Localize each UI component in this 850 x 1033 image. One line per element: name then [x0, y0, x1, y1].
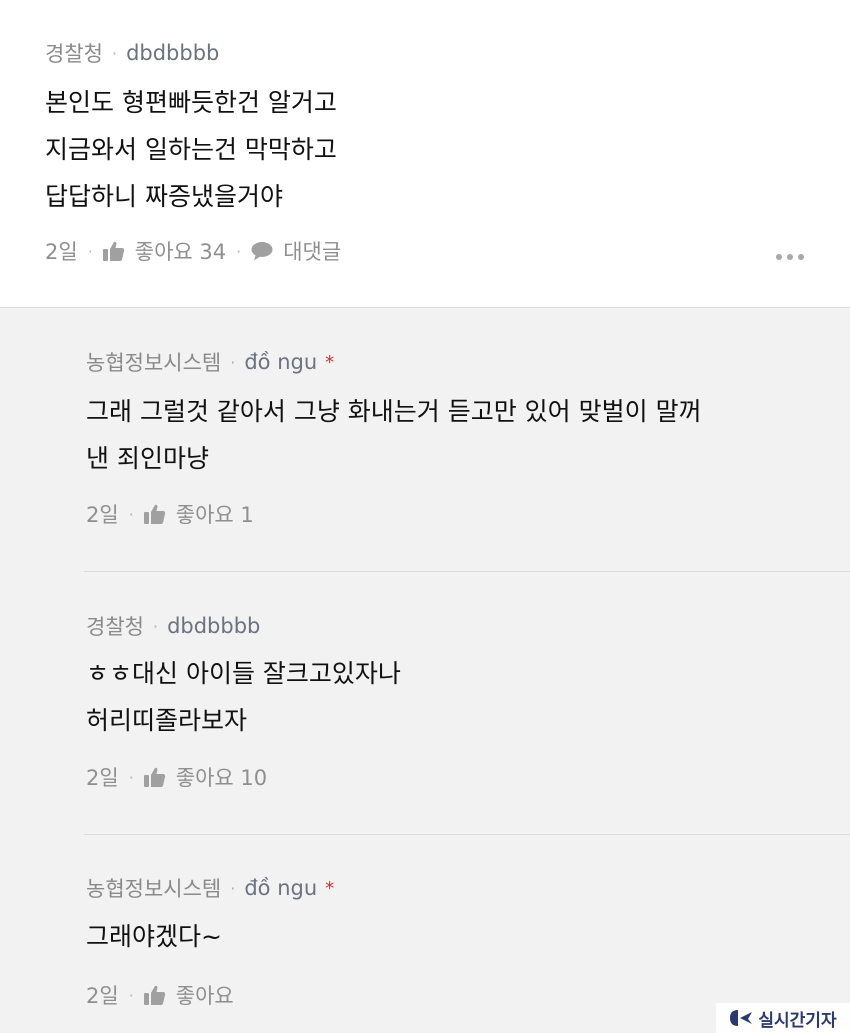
reply-body: ㅎㅎ대신 아이들 잘크고있자나 허리띠졸라보자 [86, 650, 401, 744]
meta-separator: · [128, 767, 134, 787]
author-nickname[interactable]: đồ ngu [244, 876, 317, 900]
meta-separator: · [236, 241, 242, 261]
watermark-text: 실시간기자 [758, 1010, 837, 1031]
reply-body: 그래야겠다~ [86, 913, 222, 960]
reply-author: 경찰청 · dbdbbbb [86, 611, 260, 641]
more-dots-icon[interactable] [776, 254, 804, 260]
reply-author: 농협정보시스템 · đồ ngu * [86, 347, 334, 377]
comment-actions: 2일 · 좋아요 34 · 대댓글 [45, 236, 341, 266]
author-company: 농협정보시스템 [86, 351, 222, 375]
thumbs-up-icon[interactable] [143, 504, 166, 524]
meta-separator: · [230, 352, 236, 372]
author-nickname[interactable]: dbdbbbb [126, 41, 219, 65]
reply-line: 그래야겠다~ [86, 922, 222, 951]
meta-separator: · [111, 43, 118, 63]
author-company: 경찰청 [86, 615, 144, 639]
comment-time: 2일 [45, 240, 78, 264]
meta-separator: · [152, 616, 159, 636]
meta-separator: · [87, 241, 93, 261]
reply-actions: 2일 · 좋아요 1 [86, 499, 254, 529]
like-button[interactable]: 좋아요 1 [176, 499, 254, 529]
comment-author: 경찰청 · dbdbbbb [45, 38, 219, 68]
reply-button[interactable]: 대댓글 [251, 236, 341, 266]
speech-bubble-icon [251, 241, 273, 261]
author-nickname[interactable]: đồ ngu [244, 350, 317, 374]
reply-line: ㅎㅎ대신 아이들 잘크고있자나 [86, 659, 401, 688]
reply-body: 그래 그럴것 같아서 그냥 화내는거 듣고만 있어 맞벌이 말꺼 낸 죄인마냥 [86, 388, 702, 482]
author-company: 경찰청 [45, 42, 103, 66]
author-star: * [325, 877, 335, 899]
comment-line: 지금와서 일하는건 막막하고 [45, 135, 337, 164]
comment-card: 경찰청 · dbdbbbb 본인도 형편빠듯한건 알거고 지금와서 일하는건 막… [0, 0, 850, 308]
reply-actions: 2일 · 좋아요 [86, 980, 234, 1010]
thumbs-up-icon[interactable] [143, 767, 166, 787]
comment-line: 답답하니 짜증냈을거야 [45, 182, 283, 211]
watermark: 실시간기자 [716, 1003, 850, 1033]
reply-divider [84, 571, 850, 572]
meta-separator: · [128, 504, 134, 524]
author-star: * [325, 351, 335, 373]
like-button[interactable]: 좋아요 [176, 980, 234, 1010]
meta-separator: · [230, 878, 236, 898]
meta-separator: · [128, 985, 134, 1005]
reply-line: 낸 죄인마냥 [86, 444, 209, 473]
comment-body: 본인도 형편빠듯한건 알거고 지금와서 일하는건 막막하고 답답하니 짜증냈을거… [45, 79, 337, 220]
comment-line: 본인도 형편빠듯한건 알거고 [45, 88, 337, 117]
watermark-logo-icon [730, 1010, 753, 1026]
reply-label: 대댓글 [283, 240, 342, 264]
author-company: 농협정보시스템 [86, 877, 222, 901]
reply-line: 허리띠졸라보자 [86, 706, 248, 735]
reply-time: 2일 [86, 766, 119, 790]
reply-time: 2일 [86, 503, 119, 527]
reply-divider [84, 834, 850, 835]
thumbs-up-icon[interactable] [143, 985, 166, 1005]
reply-actions: 2일 · 좋아요 10 [86, 762, 267, 792]
reply-author: 농협정보시스템 · đồ ngu * [86, 873, 334, 903]
like-button[interactable]: 좋아요 34 [135, 236, 226, 266]
reply-line: 그래 그럴것 같아서 그냥 화내는거 듣고만 있어 맞벌이 말꺼 [86, 397, 702, 426]
reply-time: 2일 [86, 984, 119, 1008]
thumbs-up-icon[interactable] [102, 241, 125, 261]
like-button[interactable]: 좋아요 10 [176, 762, 267, 792]
author-nickname[interactable]: dbdbbbb [167, 614, 260, 638]
